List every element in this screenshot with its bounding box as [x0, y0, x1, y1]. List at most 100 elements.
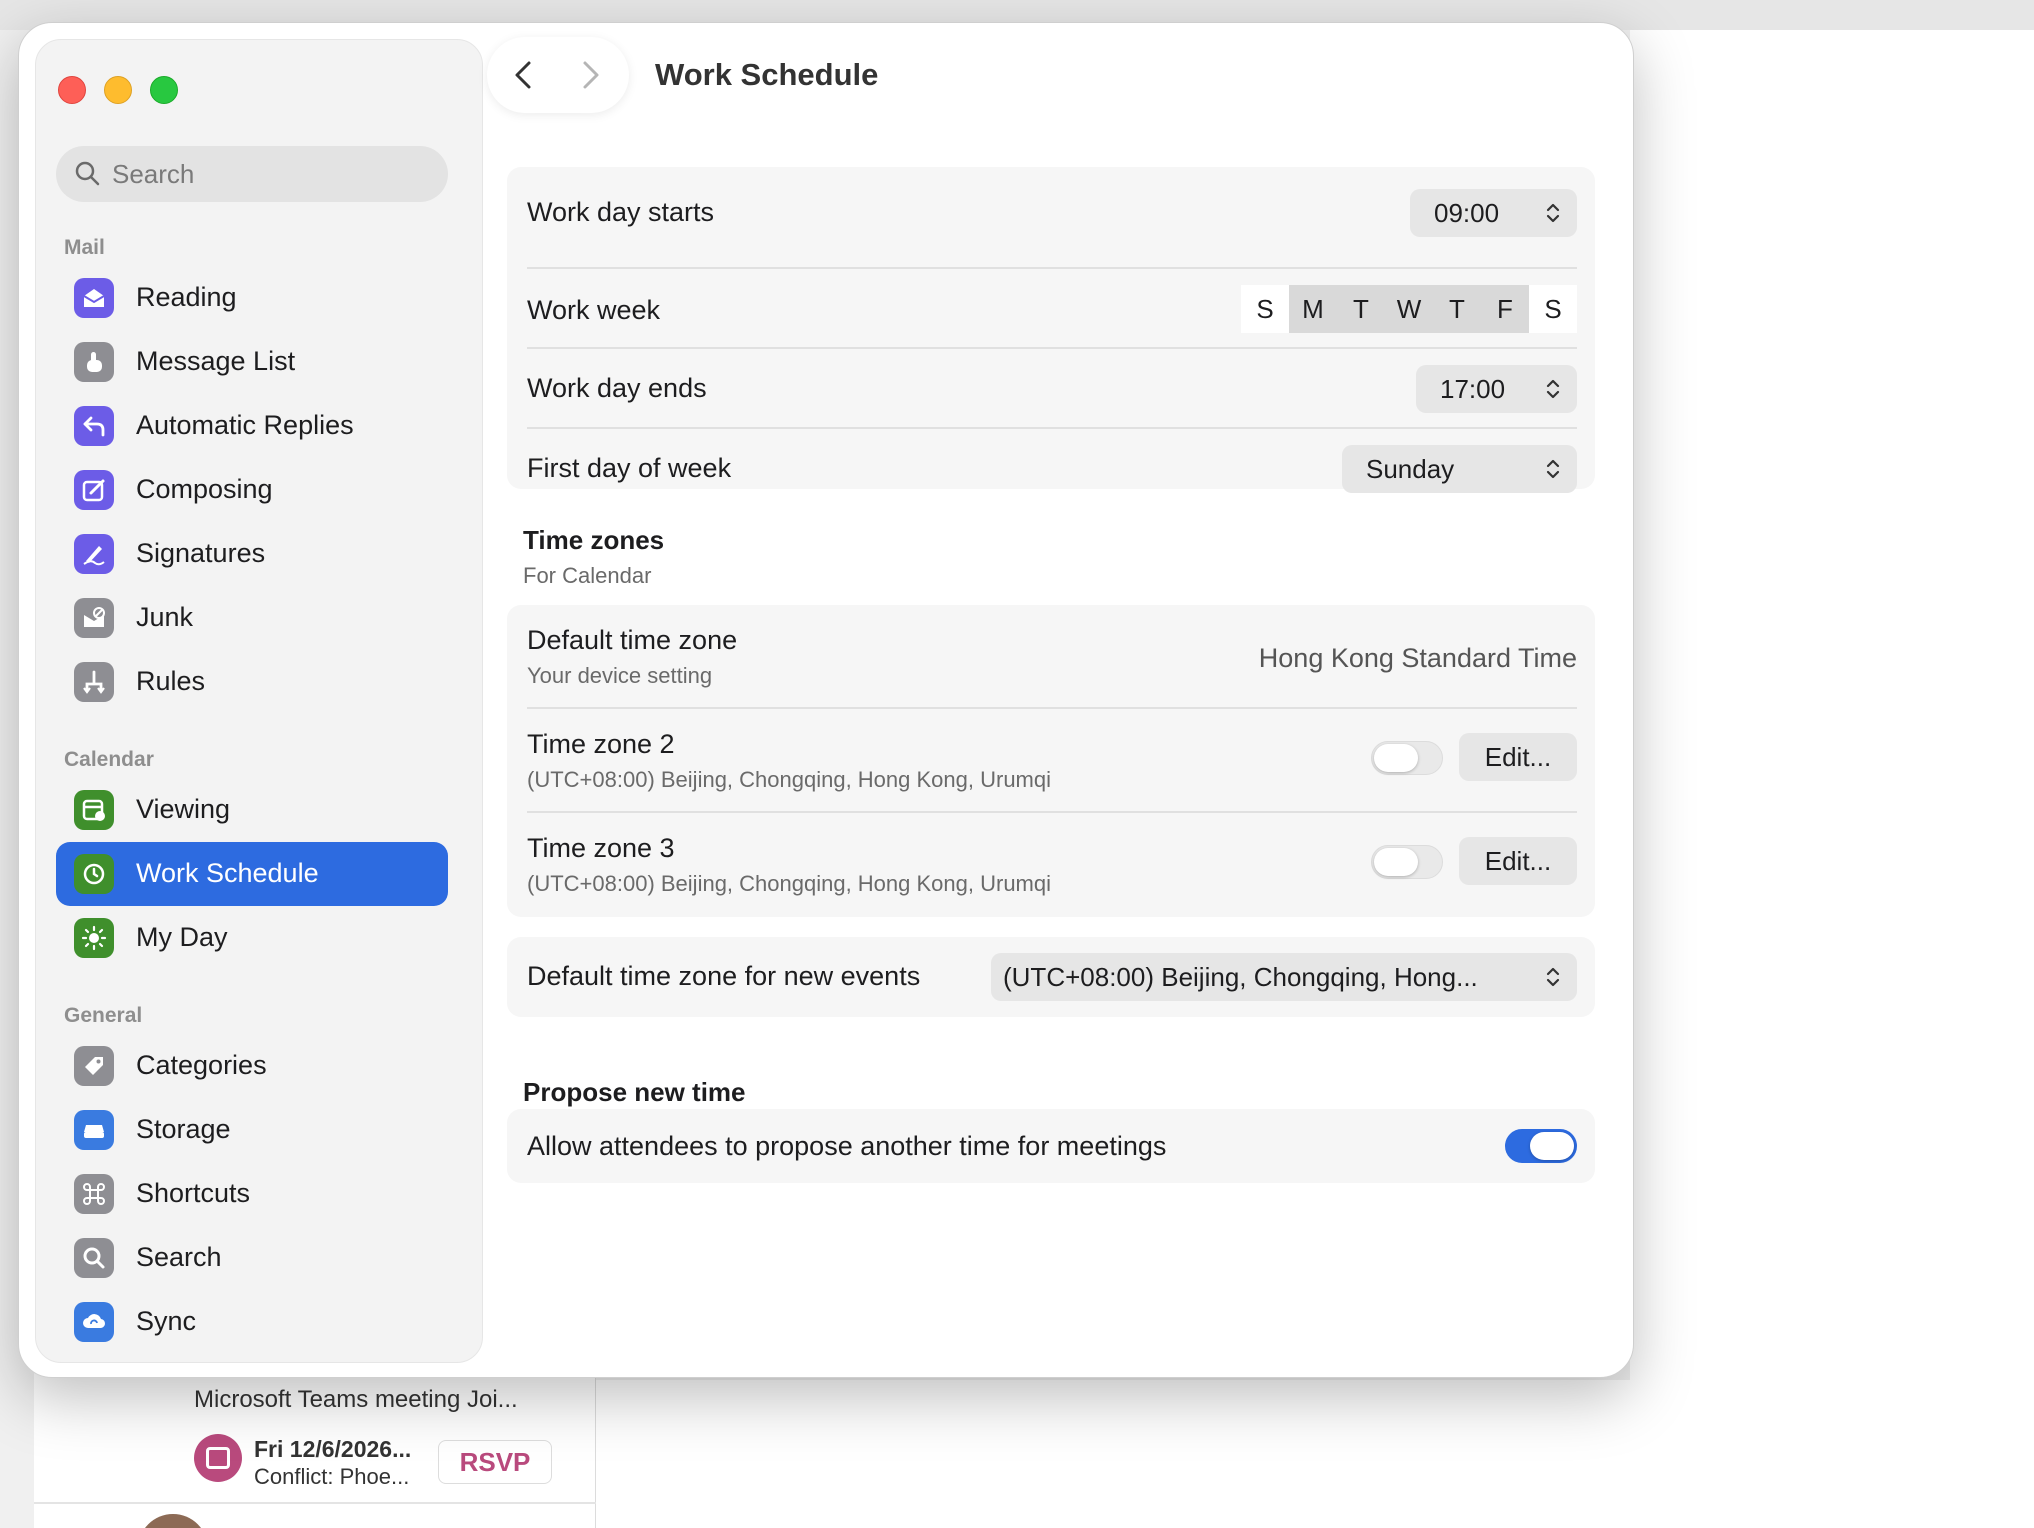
default-time-zone-row: Default time zone Your device setting Ho…: [527, 625, 1577, 688]
background-event-date: Fri 12/6/2026...: [254, 1436, 412, 1462]
time-zones-subheading: For Calendar: [523, 563, 652, 588]
time-zone-3-label: Time zone 3: [527, 833, 675, 863]
command-key-icon: [74, 1174, 114, 1214]
day-toggle-wed[interactable]: W: [1385, 285, 1433, 333]
rsvp-button[interactable]: RSVP: [438, 1440, 552, 1484]
time-zone-3-edit-button[interactable]: Edit...: [1459, 837, 1577, 885]
time-zone-3-row: Time zone 3 (UTC+08:00) Beijing, Chongqi…: [527, 831, 1577, 896]
sidebar-item-signatures[interactable]: Signatures: [56, 522, 448, 586]
section-label-mail: Mail: [64, 236, 105, 259]
navigation-buttons: [487, 37, 629, 113]
page-title: Work Schedule: [655, 57, 879, 92]
chevron-updown-icon: [1546, 203, 1560, 223]
new-events-time-zone-label: Default time zone for new events: [527, 961, 921, 991]
chevron-left-icon[interactable]: [507, 57, 543, 93]
first-day-of-week-label: First day of week: [527, 453, 732, 483]
first-day-of-week-select[interactable]: Sunday: [1342, 445, 1577, 493]
background-app-pane: [596, 1380, 1630, 1528]
work-day-ends-value: 17:00: [1440, 373, 1506, 404]
minimize-window-button[interactable]: [104, 76, 132, 104]
sidebar-item-label: My Day: [136, 922, 228, 952]
clock-icon: [74, 854, 114, 894]
sidebar-item-reading[interactable]: Reading: [56, 266, 448, 330]
sidebar-item-my-day[interactable]: My Day: [56, 906, 448, 970]
sidebar-item-search[interactable]: Search: [56, 1226, 448, 1290]
sidebar-item-label: Categories: [136, 1050, 267, 1080]
work-week-label: Work week: [527, 295, 661, 325]
sidebar-item-label: Storage: [136, 1114, 231, 1144]
background-event-conflict: Conflict: Phoe...: [254, 1464, 410, 1489]
allow-propose-row: Allow attendees to propose another time …: [527, 1129, 1577, 1163]
first-day-of-week-row: First day of week Sunday: [527, 445, 1577, 493]
sidebar-item-automatic-replies[interactable]: Automatic Replies: [56, 394, 448, 458]
chevron-updown-icon: [1546, 459, 1560, 479]
sidebar-item-storage[interactable]: Storage: [56, 1098, 448, 1162]
sidebar-item-label: Shortcuts: [136, 1178, 251, 1208]
sidebar-item-label: Search: [136, 1242, 222, 1272]
work-day-starts-select[interactable]: 09:00: [1410, 189, 1577, 237]
sidebar-item-label: Work Schedule: [136, 858, 319, 888]
chevron-right-icon[interactable]: [571, 57, 607, 93]
sidebar-item-shortcuts[interactable]: Shortcuts: [56, 1162, 448, 1226]
work-week-day-picker: S M T W T F S: [1241, 285, 1577, 333]
search-icon: [75, 161, 100, 186]
first-day-of-week-value: Sunday: [1366, 453, 1455, 484]
work-hours-card: Work day starts 09:00 Work week S M T W …: [507, 167, 1595, 493]
zoom-window-button[interactable]: [150, 76, 178, 104]
close-window-button[interactable]: [58, 76, 86, 104]
new-events-time-zone-value: (UTC+08:00) Beijing, Chongqing, Hong...: [1003, 961, 1478, 992]
sidebar-item-composing[interactable]: Composing: [56, 458, 448, 522]
time-zone-2-toggle[interactable]: [1371, 741, 1443, 775]
day-toggle-sun[interactable]: S: [1241, 285, 1289, 333]
new-events-time-zone-select[interactable]: (UTC+08:00) Beijing, Chongqing, Hong...: [991, 953, 1577, 1001]
calendar-gear-icon: [74, 790, 114, 830]
time-zone-2-row: Time zone 2 (UTC+08:00) Beijing, Chongqi…: [527, 727, 1577, 792]
signature-pen-icon: [74, 534, 114, 574]
sidebar-item-rules[interactable]: Rules: [56, 650, 448, 714]
section-label-general: General: [64, 1004, 143, 1027]
time-zones-heading: Time zones: [523, 525, 665, 555]
sidebar-item-label: Automatic Replies: [136, 410, 354, 440]
work-day-starts-row: Work day starts 09:00: [527, 189, 1577, 237]
hand-pointer-icon: [74, 342, 114, 382]
sidebar-search-input[interactable]: Search: [56, 146, 448, 202]
day-toggle-fri[interactable]: F: [1481, 285, 1529, 333]
background-email-subject[interactable]: Microsoft Teams meeting Joi...: [194, 1386, 518, 1414]
new-events-time-zone-card: Default time zone for new events (UTC+08…: [507, 937, 1595, 1017]
settings-window: Search Mail Reading Message List Automat…: [18, 22, 1634, 1378]
sidebar-item-categories[interactable]: Categories: [56, 1034, 448, 1098]
calendar-event-icon: [194, 1434, 242, 1482]
storage-drive-icon: [74, 1110, 114, 1150]
time-zone-3-sub: (UTC+08:00) Beijing, Chongqing, Hong Kon…: [527, 871, 1052, 896]
day-toggle-thu[interactable]: T: [1433, 285, 1481, 333]
default-time-zone-label: Default time zone: [527, 625, 738, 655]
sidebar-item-label: Rules: [136, 666, 206, 696]
junk-icon: [74, 598, 114, 638]
sidebar-item-message-list[interactable]: Message List: [56, 330, 448, 394]
work-day-starts-value: 09:00: [1434, 197, 1500, 228]
sidebar-item-junk[interactable]: Junk: [56, 586, 448, 650]
time-zone-2-label: Time zone 2: [527, 729, 675, 759]
work-day-ends-select[interactable]: 17:00: [1416, 365, 1577, 413]
rules-icon: [74, 662, 114, 702]
new-events-time-zone-row: Default time zone for new events (UTC+08…: [527, 953, 1577, 1001]
default-time-zone-value: Hong Kong Standard Time: [1258, 643, 1577, 673]
time-zone-2-sub: (UTC+08:00) Beijing, Chongqing, Hong Kon…: [527, 767, 1052, 792]
avatar: [138, 1514, 208, 1528]
sidebar-item-label: Junk: [136, 602, 194, 632]
chevron-updown-icon: [1546, 967, 1560, 987]
allow-propose-toggle[interactable]: [1505, 1129, 1577, 1163]
sidebar-item-sync[interactable]: Sync: [56, 1290, 448, 1354]
time-zone-3-toggle[interactable]: [1371, 845, 1443, 879]
sidebar-item-viewing[interactable]: Viewing: [56, 778, 448, 842]
chevron-updown-icon: [1546, 379, 1560, 399]
tag-icon: [74, 1046, 114, 1086]
background-app-reading-pane: [1630, 30, 2034, 1528]
day-toggle-tue[interactable]: T: [1337, 285, 1385, 333]
day-toggle-sat[interactable]: S: [1529, 285, 1577, 333]
list-divider: [34, 1502, 596, 1504]
sidebar-item-work-schedule[interactable]: Work Schedule: [56, 842, 448, 906]
day-toggle-mon[interactable]: M: [1289, 285, 1337, 333]
divider: [527, 707, 1577, 709]
time-zone-2-edit-button[interactable]: Edit...: [1459, 733, 1577, 781]
